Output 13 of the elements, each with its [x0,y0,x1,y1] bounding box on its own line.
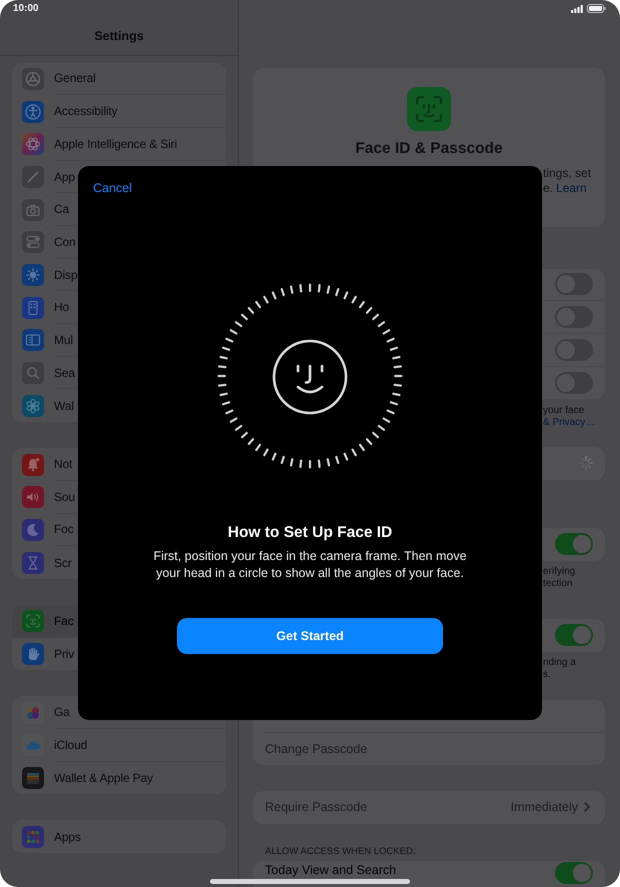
dialog-text: First, position your face in the camera frame. Then move your head in a circle to show all the angles of your face. [152,548,468,582]
row-label: Today View and Search [265,864,396,877]
status-time: 10:00 [13,2,39,14]
footer-text: tection [543,578,572,590]
dialog-title: How to Set Up Face ID [228,523,392,542]
sidebar-title: Settings [94,28,144,44]
description-text: tings, set [543,166,592,180]
footer-text: erifying [543,566,576,578]
description-text: e. [543,180,554,196]
footer-text: nding a [543,657,576,670]
page-title: Face ID & Passcode [355,138,503,158]
footer-text: s. [543,669,551,682]
footer-text: your face [543,404,584,417]
